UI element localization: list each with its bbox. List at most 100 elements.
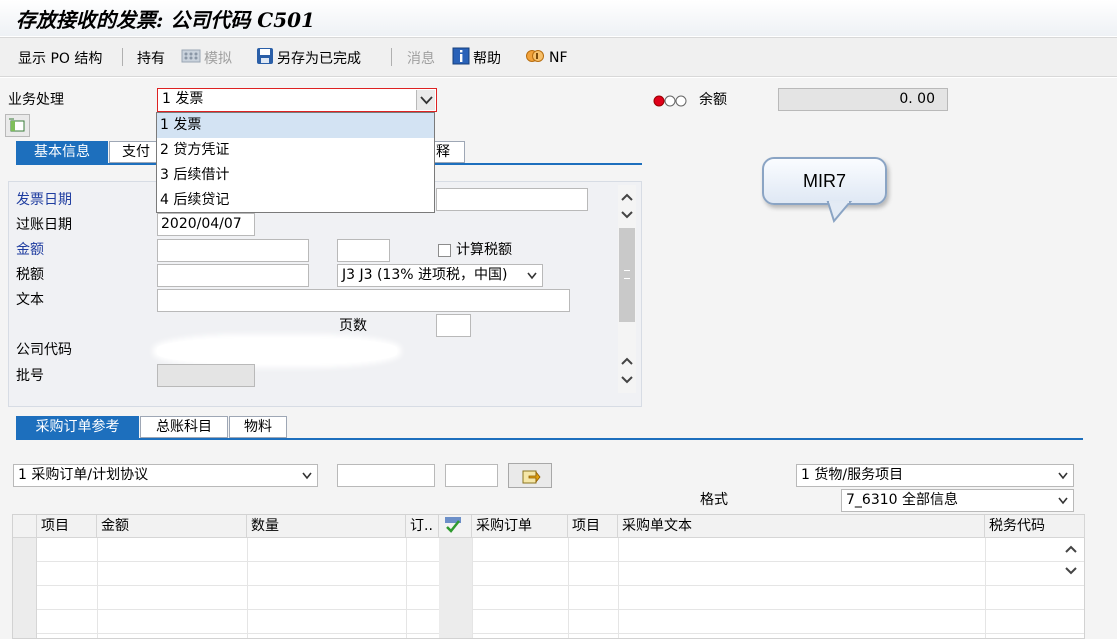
column-header-status[interactable]	[439, 515, 472, 538]
scroll-down-icon[interactable]	[619, 372, 635, 388]
chevron-down-icon	[527, 265, 537, 286]
column-divider	[985, 538, 986, 638]
redacted-company-code	[157, 338, 397, 364]
layout-select[interactable]: 7_6310 全部信息	[841, 489, 1074, 512]
checkmark-icon	[443, 517, 465, 537]
tab-payment[interactable]: 支付	[109, 141, 159, 163]
info-icon	[452, 47, 470, 69]
simulate-button[interactable]: 模拟	[181, 47, 232, 69]
column-header-order-unit[interactable]: 订..	[406, 515, 439, 538]
transaction-label: 业务处理	[8, 92, 64, 108]
item-type-select[interactable]: 1 货物/服务项目	[796, 464, 1074, 487]
reference-type-value: 1 采购订单/计划协议	[18, 467, 149, 483]
show-po-structure-button[interactable]: 显示 PO 结构	[18, 47, 102, 69]
nf-button[interactable]: NF	[526, 47, 568, 69]
po-item-input[interactable]	[445, 464, 498, 487]
transaction-select[interactable]: 1 发票	[157, 88, 437, 112]
scroll-up-icon[interactable]	[619, 353, 635, 369]
transfer-button[interactable]	[508, 463, 552, 488]
help-button[interactable]: 帮助	[452, 47, 501, 69]
chevron-down-icon	[302, 465, 312, 486]
tab-underline	[16, 438, 1083, 440]
simulate-label: 模拟	[204, 51, 232, 67]
expand-header-button[interactable]	[5, 114, 30, 137]
column-header-po-item[interactable]: 项目	[568, 515, 618, 538]
scroll-down-icon[interactable]	[619, 207, 635, 223]
dropdown-option-subsequent-credit[interactable]: 4 后续贷记	[157, 188, 434, 213]
column-divider	[406, 538, 407, 638]
tax-code-select[interactable]: J3 J3 (13% 进项税，中国)	[337, 264, 543, 287]
text-input[interactable]	[157, 289, 570, 312]
grip-icon	[624, 270, 630, 279]
nf-label: NF	[549, 50, 568, 66]
status-column	[439, 538, 472, 638]
scroll-up-icon[interactable]	[1063, 541, 1079, 557]
save-as-completed-label: 另存为已完成	[277, 51, 361, 67]
chevron-down-icon	[1058, 465, 1068, 486]
pages-input[interactable]	[436, 314, 471, 337]
column-divider	[97, 538, 98, 638]
column-divider	[247, 538, 248, 638]
dropdown-option-invoice[interactable]: 1 发票	[157, 113, 434, 138]
calc-tax-checkbox[interactable]	[438, 244, 451, 257]
balance-label: 余额	[699, 92, 727, 108]
tab-material[interactable]: 物料	[229, 416, 287, 438]
table-row[interactable]	[13, 610, 1084, 634]
hold-label: 持有	[137, 51, 165, 67]
column-header-amount[interactable]: 金额	[97, 515, 247, 538]
table-row[interactable]	[13, 586, 1084, 610]
amount-input[interactable]	[157, 239, 309, 262]
messages-button[interactable]: 消息	[407, 47, 435, 69]
column-header-po-text[interactable]: 采购单文本	[618, 515, 985, 538]
transaction-select-value: 1 发票	[162, 91, 204, 107]
hold-button[interactable]: 持有	[137, 47, 165, 69]
posting-date-input[interactable]: 2020/04/07	[157, 213, 255, 236]
layout-icon	[6, 118, 29, 140]
table-row[interactable]	[13, 562, 1084, 586]
posting-date-label: 过账日期	[16, 217, 72, 233]
currency-input[interactable]	[337, 239, 390, 262]
dropdown-toggle[interactable]	[416, 90, 435, 110]
reference-type-select[interactable]: 1 采购订单/计划协议	[13, 464, 318, 487]
amount-label: 金额	[16, 242, 44, 258]
column-header-purchase-order[interactable]: 采购订单	[472, 515, 568, 538]
row-selector-header[interactable]	[13, 515, 37, 538]
scroll-thumb[interactable]	[619, 228, 635, 322]
calc-tax-label: 计算税额	[456, 242, 512, 258]
company-code-label: 公司代码	[16, 342, 72, 358]
chevron-down-icon	[1058, 490, 1068, 511]
tab-basic-data[interactable]: 基本信息	[16, 141, 108, 163]
save-as-completed-button[interactable]: 另存为已完成	[256, 47, 361, 69]
pages-label: 页数	[339, 318, 367, 334]
batch-label: 批号	[16, 368, 44, 384]
tab-notes[interactable]: 释	[433, 141, 465, 163]
scroll-up-icon[interactable]	[619, 189, 635, 205]
tax-amount-input[interactable]	[157, 264, 309, 287]
dropdown-option-subsequent-debit[interactable]: 3 后续借计	[157, 163, 434, 188]
annotation-bubble: MIR7	[762, 157, 887, 205]
tab-gl-account[interactable]: 总账科目	[140, 416, 228, 438]
batch-input[interactable]	[157, 364, 255, 387]
column-header-quantity[interactable]: 数量	[247, 515, 406, 538]
column-header-tax-code[interactable]: 税务代码	[985, 515, 1085, 538]
balance-value: 0. 00	[778, 88, 948, 111]
messages-label: 消息	[407, 51, 435, 67]
nf-icon	[526, 47, 546, 69]
column-header-item[interactable]: 项目	[37, 515, 97, 538]
dropdown-option-credit-memo[interactable]: 2 贷方凭证	[157, 138, 434, 163]
tab-po-reference[interactable]: 采购订单参考	[16, 416, 139, 438]
row-selector-column[interactable]	[13, 538, 37, 638]
scroll-down-icon[interactable]	[1063, 563, 1079, 579]
status-light-icon	[652, 95, 692, 111]
reference-input[interactable]	[436, 188, 588, 211]
purchase-order-input[interactable]	[337, 464, 435, 487]
toolbar-separator	[391, 48, 392, 66]
column-divider	[568, 538, 569, 638]
layout-value: 7_6310 全部信息	[846, 492, 958, 508]
help-label: 帮助	[473, 51, 501, 67]
show-po-structure-label: 显示 PO 结构	[18, 51, 103, 67]
tax-code-value: J3 J3 (13% 进项税，中国)	[342, 267, 508, 283]
items-grid: 项目 金额 数量 订.. 采购订单 项目 采购单文本 税务代码	[12, 514, 1085, 639]
invoice-date-label: 发票日期	[16, 192, 72, 208]
table-row[interactable]	[13, 538, 1084, 562]
